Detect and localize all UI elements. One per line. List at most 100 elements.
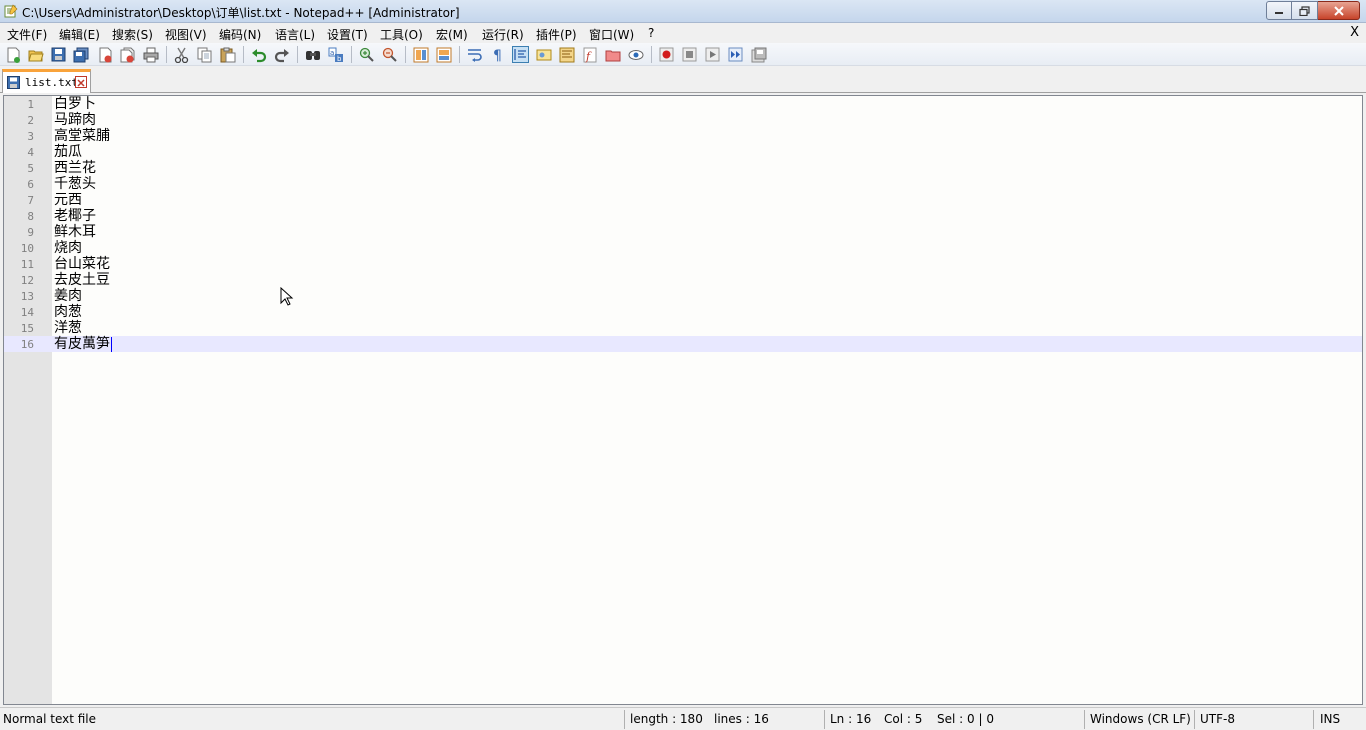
editor-line[interactable]: 10 烧肉 xyxy=(4,240,1362,256)
menu-search[interactable]: 搜索(S) xyxy=(112,26,153,43)
editor-line[interactable]: 5 西兰花 xyxy=(4,160,1362,176)
menu-run[interactable]: 运行(R) xyxy=(482,26,524,43)
cut-icon[interactable] xyxy=(173,46,190,63)
menu-tools[interactable]: 工具(O) xyxy=(380,26,423,43)
tab-list-txt[interactable]: list.txt xyxy=(2,69,91,93)
udl-icon[interactable] xyxy=(535,46,552,63)
status-insert-mode[interactable]: INS xyxy=(1320,712,1340,726)
find-icon[interactable] xyxy=(304,46,321,63)
paste-icon[interactable] xyxy=(219,46,236,63)
editor-line[interactable]: 14 肉葱 xyxy=(4,304,1362,320)
editor-line[interactable]: 16 有皮萬笋 xyxy=(4,336,1362,352)
copy-icon[interactable] xyxy=(196,46,213,63)
line-number: 4 xyxy=(27,146,34,159)
line-text[interactable]: 千葱头 xyxy=(54,176,96,192)
folder-workspace-icon[interactable] xyxy=(604,46,621,63)
editor-line[interactable]: 4 茄瓜 xyxy=(4,144,1362,160)
open-file-icon[interactable] xyxy=(27,46,44,63)
record-macro-icon[interactable] xyxy=(658,46,675,63)
print-icon[interactable] xyxy=(142,46,159,63)
play-macro-icon[interactable] xyxy=(704,46,721,63)
status-eol-format[interactable]: Windows (CR LF) xyxy=(1090,712,1191,726)
editor-line[interactable]: 9 鲜木耳 xyxy=(4,224,1362,240)
editor-line[interactable]: 7 元西 xyxy=(4,192,1362,208)
editor-line[interactable]: 2 马蹄肉 xyxy=(4,112,1362,128)
save-all-icon[interactable] xyxy=(72,46,89,63)
redo-icon[interactable] xyxy=(273,46,290,63)
menu-help[interactable]: ? xyxy=(648,26,654,40)
menu-encoding[interactable]: 编码(N) xyxy=(219,26,261,43)
sync-horizontal-icon[interactable] xyxy=(435,46,452,63)
run-macro-multiple-icon[interactable] xyxy=(727,46,744,63)
tab-close-button[interactable] xyxy=(75,76,87,88)
menu-view[interactable]: 视图(V) xyxy=(165,26,207,43)
line-text[interactable]: 马蹄肉 xyxy=(54,112,96,128)
zoom-out-icon[interactable] xyxy=(381,46,398,63)
stop-record-icon[interactable] xyxy=(681,46,698,63)
menu-settings[interactable]: 设置(T) xyxy=(327,26,368,43)
menu-plugins[interactable]: 插件(P) xyxy=(536,26,577,43)
close-file-icon[interactable] xyxy=(97,46,114,63)
close-document-button[interactable]: X xyxy=(1350,25,1359,40)
show-all-chars-icon[interactable]: ¶ xyxy=(489,46,506,63)
status-encoding[interactable]: UTF-8 xyxy=(1200,712,1235,726)
restore-icon xyxy=(1299,5,1310,16)
replace-icon[interactable]: ab xyxy=(327,46,344,63)
editor-line[interactable]: 11 台山菜花 xyxy=(4,256,1362,272)
editor-line[interactable]: 3 高堂菜脯 xyxy=(4,128,1362,144)
toolbar-separator xyxy=(351,46,352,63)
editor-line[interactable]: 6 千葱头 xyxy=(4,176,1362,192)
line-text[interactable]: 鲜木耳 xyxy=(54,224,96,240)
save-macro-icon[interactable] xyxy=(750,46,767,63)
undo-icon[interactable] xyxy=(250,46,267,63)
menu-language[interactable]: 语言(L) xyxy=(275,26,315,43)
sync-vertical-icon[interactable] xyxy=(412,46,429,63)
menu-window[interactable]: 窗口(W) xyxy=(589,26,634,43)
line-number: 2 xyxy=(27,114,34,127)
line-number: 1 xyxy=(27,98,34,111)
line-text[interactable]: 有皮萬笋 xyxy=(54,336,110,352)
line-text[interactable]: 元西 xyxy=(54,192,82,208)
toolbar-separator xyxy=(297,46,298,63)
svg-text:¶: ¶ xyxy=(493,48,502,63)
close-window-button[interactable] xyxy=(1318,1,1360,20)
indent-guide-icon[interactable] xyxy=(512,46,529,63)
close-all-icon[interactable] xyxy=(119,46,136,63)
editor-line[interactable]: 13 姜肉 xyxy=(4,288,1362,304)
menu-edit[interactable]: 编辑(E) xyxy=(59,26,100,43)
menu-macro[interactable]: 宏(M) xyxy=(436,26,468,43)
line-text[interactable]: 烧肉 xyxy=(54,240,82,256)
line-text[interactable]: 台山菜花 xyxy=(54,256,110,272)
editor-line[interactable]: 15 洋葱 xyxy=(4,320,1362,336)
text-editor[interactable]: 1 白罗卜 2 马蹄肉 3 高堂菜脯 4 茄瓜 5 西兰花 6 千葱头 7 元西 8 老椰子 9 鲜木耳 10 烧肉 1… xyxy=(3,95,1363,705)
tab-bar: list.txt xyxy=(0,67,1366,93)
mouse-pointer-icon xyxy=(280,287,294,306)
line-text[interactable]: 白罗卜 xyxy=(54,96,96,112)
monitoring-icon[interactable] xyxy=(627,46,644,63)
line-text[interactable]: 老椰子 xyxy=(54,208,96,224)
status-selection: Sel : 0 | 0 xyxy=(937,712,994,726)
new-file-icon[interactable] xyxy=(5,46,22,63)
menu-file[interactable]: 文件(F) xyxy=(7,26,47,43)
line-text[interactable]: 西兰花 xyxy=(54,160,96,176)
editor-line[interactable]: 12 去皮土豆 xyxy=(4,272,1362,288)
minimize-icon xyxy=(1275,11,1283,14)
line-text[interactable]: 去皮土豆 xyxy=(54,272,110,288)
editor-line[interactable]: 8 老椰子 xyxy=(4,208,1362,224)
zoom-in-icon[interactable] xyxy=(358,46,375,63)
line-text[interactable]: 肉葱 xyxy=(54,304,82,320)
minimize-button[interactable] xyxy=(1266,1,1292,20)
line-text[interactable]: 茄瓜 xyxy=(54,144,82,160)
line-text[interactable]: 高堂菜脯 xyxy=(54,128,110,144)
line-text[interactable]: 洋葱 xyxy=(54,320,82,336)
toolbar-separator xyxy=(459,46,460,63)
line-text[interactable]: 姜肉 xyxy=(54,288,82,304)
saved-file-icon xyxy=(7,76,20,89)
function-list-icon[interactable]: f xyxy=(581,46,598,63)
doc-map-icon[interactable] xyxy=(558,46,575,63)
editor-line[interactable]: 1 白罗卜 xyxy=(4,96,1362,112)
word-wrap-icon[interactable] xyxy=(466,46,483,63)
restore-button[interactable] xyxy=(1292,1,1318,20)
save-icon[interactable] xyxy=(50,46,67,63)
text-caret xyxy=(111,337,112,352)
